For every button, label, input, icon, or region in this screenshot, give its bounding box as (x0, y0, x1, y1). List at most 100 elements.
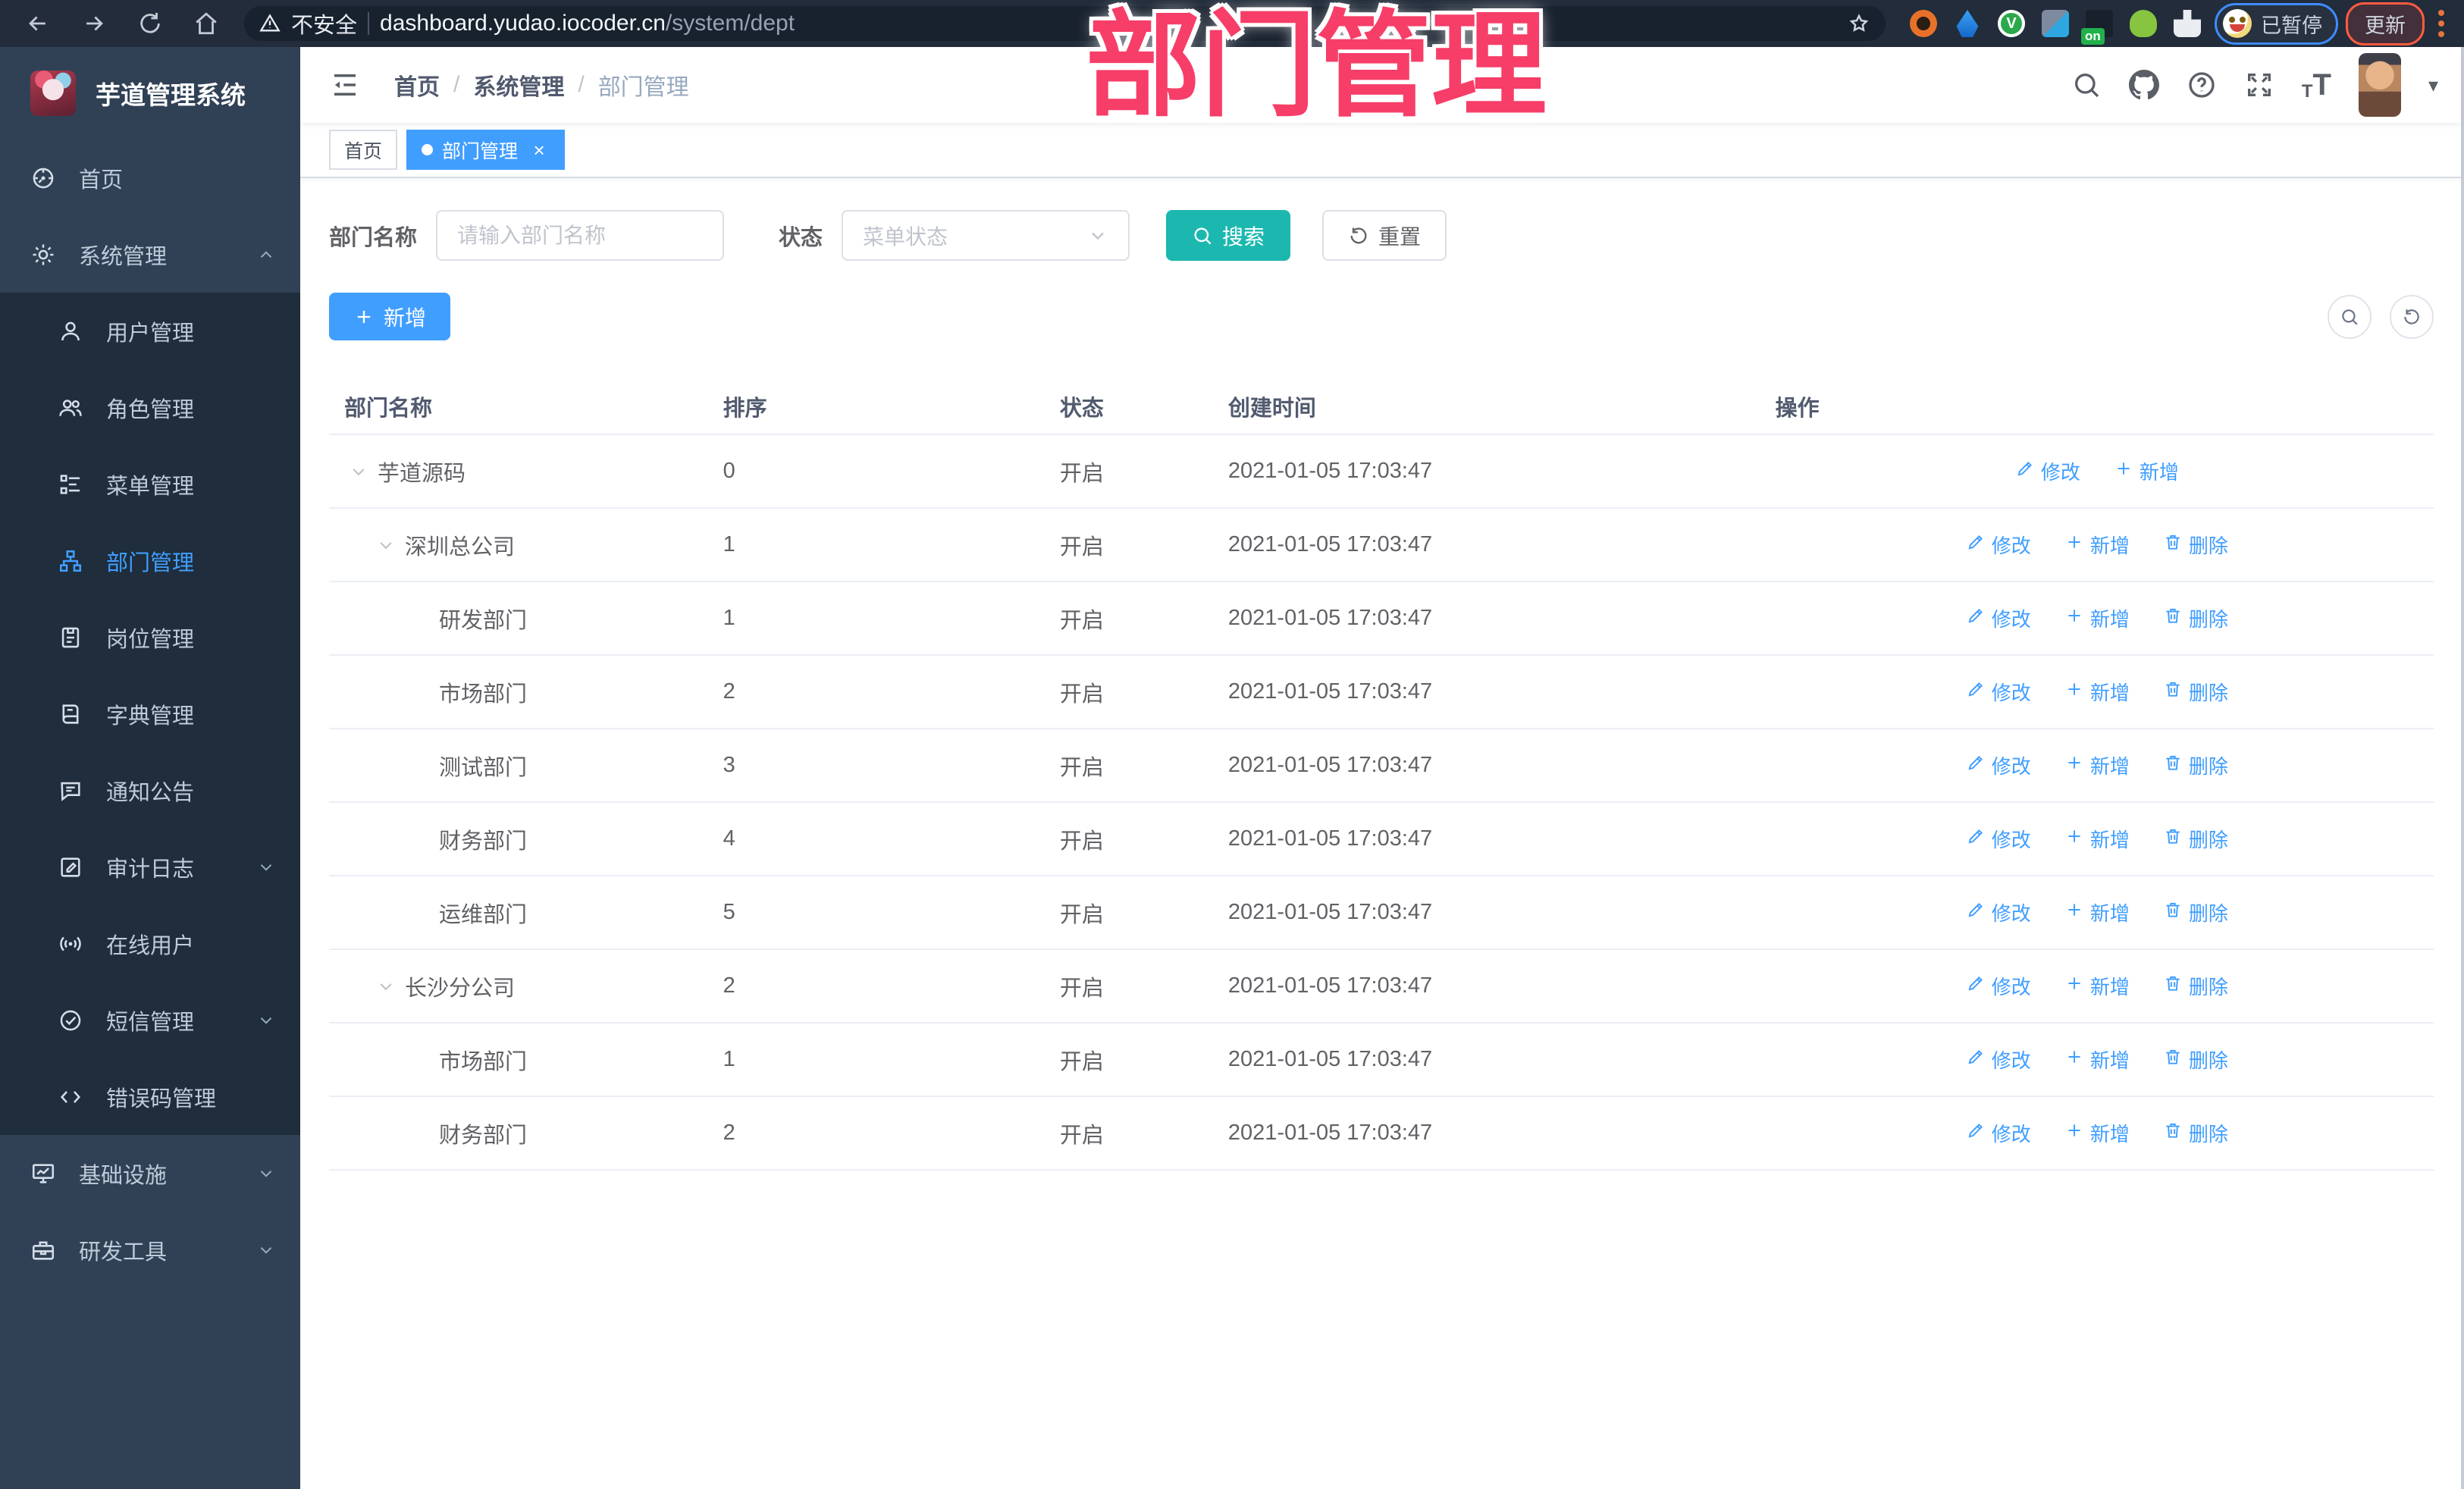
browser-menu-icon[interactable] (2432, 10, 2450, 37)
delete-link[interactable]: 删除 (2163, 751, 2228, 779)
delete-link[interactable]: 删除 (2163, 825, 2228, 853)
add-link[interactable]: 新增 (2064, 751, 2130, 779)
add-link[interactable]: 新增 (2064, 972, 2130, 1000)
code-icon (58, 1084, 83, 1110)
action-label: 新增 (2089, 682, 2130, 704)
sidebar-item-online-users[interactable]: 在线用户 (0, 905, 300, 982)
sidebar-item-menus[interactable]: 菜单管理 (0, 446, 300, 522)
delete-icon (2163, 679, 2183, 704)
delete-link[interactable]: 删除 (2163, 1119, 2228, 1147)
sidebar-item-sms[interactable]: 短信管理 (0, 982, 300, 1058)
delete-icon (2163, 973, 2183, 998)
edit-link[interactable]: 修改 (1966, 1119, 2031, 1147)
table-tools (2328, 294, 2434, 339)
search-button[interactable]: 搜索 (1166, 210, 1291, 261)
add-link[interactable]: 新增 (2064, 1119, 2130, 1147)
sidebar-item-roles[interactable]: 角色管理 (0, 369, 300, 446)
add-link[interactable]: 新增 (2064, 825, 2130, 853)
sidebar-item-users[interactable]: 用户管理 (0, 293, 300, 369)
table-row: 财务部门 2 开启 2021-01-05 17:03:47 修改 新增 删除 (329, 1096, 2434, 1171)
edit-link[interactable]: 修改 (2015, 457, 2080, 485)
browser-home-icon[interactable] (182, 5, 230, 42)
browser-update-button[interactable]: 更新 (2346, 2, 2425, 45)
breadcrumb-item[interactable]: 系统管理 (473, 68, 564, 102)
edit-link[interactable]: 修改 (1966, 972, 2031, 1000)
sidebar-item-depts[interactable]: 部门管理 (0, 522, 300, 599)
sidebar-item-label: 字典管理 (106, 704, 195, 729)
search-icon[interactable] (2071, 70, 2102, 100)
edit-link[interactable]: 修改 (1966, 898, 2031, 926)
extension-switch-icon[interactable]: on (2081, 10, 2113, 45)
dept-name-input[interactable] (436, 210, 725, 261)
extension-drop-icon[interactable] (1956, 10, 1979, 37)
delete-link[interactable]: 删除 (2163, 678, 2228, 706)
reset-button[interactable]: 重置 (1322, 210, 1447, 261)
browser-back-icon[interactable] (14, 5, 62, 42)
edit-link[interactable]: 修改 (1966, 678, 2031, 706)
add-link[interactable]: 新增 (2064, 531, 2130, 559)
edit-link[interactable]: 修改 (1966, 531, 2031, 559)
breadcrumb-item[interactable]: 首页 (394, 68, 440, 102)
github-icon[interactable] (2128, 70, 2159, 100)
sidebar-item-audit-logs[interactable]: 审计日志 (0, 829, 300, 905)
extensions-puzzle-icon[interactable] (2174, 10, 2201, 37)
browser-reload-icon[interactable] (126, 5, 174, 42)
dept-name-label: 部门名称 (329, 225, 418, 250)
help-icon[interactable] (2187, 70, 2217, 100)
sidebar-item-error-codes[interactable]: 错误码管理 (0, 1058, 300, 1135)
dept-name: 财务部门 (439, 1123, 528, 1148)
add-link[interactable]: 新增 (2064, 604, 2130, 632)
delete-link[interactable]: 删除 (2163, 604, 2228, 632)
delete-link[interactable]: 删除 (2163, 898, 2228, 926)
toggle-search-button[interactable] (2328, 294, 2372, 339)
address-bar[interactable]: 不安全 dashboard.yudao.iocoder.cn/system/de… (244, 6, 1886, 41)
edit-link[interactable]: 修改 (1966, 1045, 2031, 1074)
tag-item[interactable]: 首页 (329, 130, 398, 170)
tree-expand-caret[interactable] (375, 975, 397, 998)
tag-close-icon[interactable]: × (528, 139, 550, 161)
font-size-icon[interactable]: TT (2302, 68, 2331, 102)
dept-name-cell: 财务部门 (329, 1096, 708, 1171)
delete-link[interactable]: 删除 (2163, 1045, 2228, 1074)
sidebar-item-posts[interactable]: 岗位管理 (0, 599, 300, 676)
edit-link[interactable]: 修改 (1966, 751, 2031, 779)
delete-link[interactable]: 删除 (2163, 531, 2228, 559)
sidebar-item-infra[interactable]: 基础设施 (0, 1135, 300, 1212)
profile-paused-badge[interactable]: 已暂停 (2215, 2, 2338, 45)
sidebar-item-system[interactable]: 系统管理 (0, 216, 300, 293)
edit-link[interactable]: 修改 (1966, 604, 2031, 632)
breadcrumb-separator: / (578, 72, 585, 97)
fullscreen-icon[interactable] (2244, 70, 2274, 100)
sidebar-item-home[interactable]: 首页 (0, 139, 300, 216)
tree-expand-caret[interactable] (347, 460, 370, 483)
add-link[interactable]: 新增 (2114, 457, 2179, 485)
add-button[interactable]: 新增 (329, 293, 451, 340)
avatar[interactable] (2358, 53, 2401, 117)
add-link[interactable]: 新增 (2064, 898, 2130, 926)
browser-forward-icon[interactable] (70, 5, 118, 42)
sidebar-item-notices[interactable]: 通知公告 (0, 752, 300, 829)
logo-row[interactable]: 芋道管理系统 (0, 47, 300, 139)
sidebar-item-dicts[interactable]: 字典管理 (0, 676, 300, 752)
sidebar-item-dev-tools[interactable]: 研发工具 (0, 1212, 300, 1288)
delete-icon (2163, 1047, 2183, 1072)
refresh-button[interactable] (2390, 294, 2434, 339)
url-text: dashboard.yudao.iocoder.cn/system/dept (380, 11, 795, 36)
hamburger-icon[interactable] (323, 69, 367, 101)
extension-frog-icon[interactable] (2130, 10, 2157, 37)
bookmark-star-icon[interactable] (1848, 12, 1870, 35)
delete-link[interactable]: 删除 (2163, 972, 2228, 1000)
extension-green-icon[interactable]: V (1998, 10, 2025, 37)
tag-active[interactable]: 部门管理 × (406, 130, 566, 170)
dept-name: 财务部门 (439, 829, 528, 854)
edit-link[interactable]: 修改 (1966, 825, 2031, 853)
extension-orange-icon[interactable] (1910, 10, 1937, 37)
add-link[interactable]: 新增 (2064, 1045, 2130, 1074)
status-select[interactable]: 菜单状态 (842, 210, 1130, 261)
delete-icon (2163, 1121, 2183, 1146)
tree-expand-caret[interactable] (375, 534, 397, 556)
avatar-caret-icon[interactable]: ▾ (2428, 74, 2438, 97)
extension-grid-icon[interactable] (2042, 10, 2069, 37)
add-link[interactable]: 新增 (2064, 678, 2130, 706)
action-label: 修改 (1991, 608, 2031, 631)
